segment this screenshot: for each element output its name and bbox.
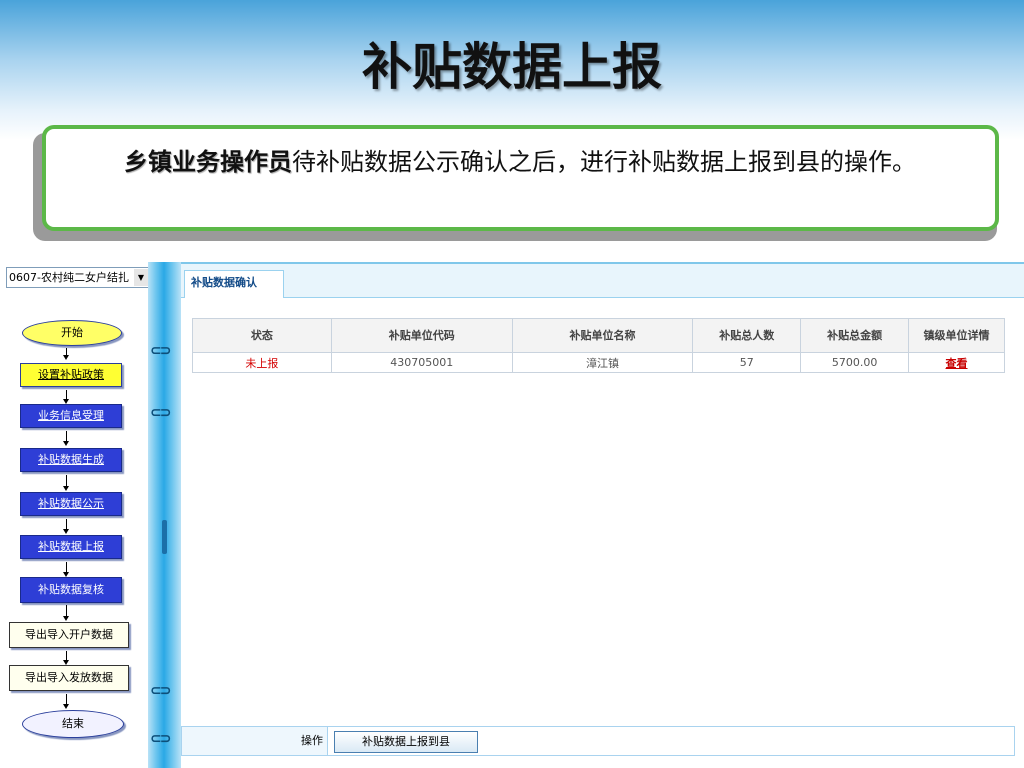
tab-label: 补贴数据确认 — [191, 276, 257, 289]
callout-strong-text: 乡镇业务操作员 — [124, 148, 292, 176]
col-unit-code: 补贴单位代码 — [330, 318, 513, 353]
flow-arrow — [63, 605, 69, 621]
binder-ring-icon: ⊂⊃ — [150, 343, 171, 359]
left-panel: 0607-农村纯二女户结扎 ▼ 开始 设置补贴政策 业务信息受理 补贴数据生成 … — [0, 262, 150, 768]
policy-select-value: 0607-农村纯二女户结扎 — [9, 271, 129, 284]
callout-box: 乡镇业务操作员待补贴数据公示确认之后，进行补贴数据上报到县的操作。 — [42, 125, 999, 231]
view-detail-link[interactable]: 查看 — [946, 357, 968, 370]
flow-data-publish-label: 补贴数据公示 — [38, 497, 104, 510]
flow-arrow — [63, 431, 69, 446]
action-bar: 操作 补贴数据上报到县 — [181, 726, 1015, 756]
policy-select[interactable]: 0607-农村纯二女户结扎 ▼ — [6, 267, 150, 288]
flow-export-payment-label: 导出导入发放数据 — [25, 671, 113, 684]
flow-data-generate-label: 补贴数据生成 — [38, 453, 104, 466]
flow-arrow — [63, 651, 69, 665]
flow-data-review[interactable]: 补贴数据复核 — [20, 577, 122, 603]
flow-data-report[interactable]: 补贴数据上报 — [20, 535, 122, 559]
app-window: 0607-农村纯二女户结扎 ▼ 开始 设置补贴政策 业务信息受理 补贴数据生成 … — [0, 262, 1024, 768]
flow-data-publish[interactable]: 补贴数据公示 — [20, 492, 122, 516]
flow-set-policy[interactable]: 设置补贴政策 — [20, 363, 122, 387]
cell-total-amount: 5700.00 — [800, 352, 910, 373]
cell-unit-name: 漳江镇 — [511, 352, 694, 373]
flow-arrow — [63, 348, 69, 360]
slide-title: 补贴数据上报 — [362, 37, 662, 96]
col-total-count: 补贴总人数 — [692, 318, 802, 353]
flow-arrow — [63, 562, 69, 577]
main-panel: 补贴数据确认 状态 补贴单位代码 补贴单位名称 补贴总人数 补贴总金额 镇级单位… — [181, 262, 1024, 768]
col-unit-name: 补贴单位名称 — [511, 318, 694, 353]
flow-data-review-label: 补贴数据复核 — [38, 583, 104, 596]
tab-subsidy-confirm[interactable]: 补贴数据确认 — [184, 270, 284, 298]
col-unit-detail: 镇级单位详情 — [908, 318, 1005, 353]
flow-business-accept[interactable]: 业务信息受理 — [20, 404, 122, 428]
flow-arrow — [63, 519, 69, 534]
flow-end[interactable]: 结束 — [22, 710, 124, 738]
table-row: 未上报 430705001 漳江镇 57 5700.00 查看 — [192, 352, 1005, 373]
flow-arrow — [63, 390, 69, 404]
binder-ring-icon: ⊂⊃ — [150, 731, 171, 747]
flow-data-report-label: 补贴数据上报 — [38, 540, 104, 553]
binder-ring-icon: ⊂⊃ — [150, 683, 171, 699]
cell-status: 未上报 — [192, 352, 332, 373]
tab-strip: 补贴数据确认 — [181, 264, 1024, 298]
splitter-handle[interactable] — [162, 520, 167, 554]
flow-export-account[interactable]: 导出导入开户数据 — [9, 622, 129, 648]
cell-total-count: 57 — [692, 352, 802, 373]
flow-arrow — [63, 694, 69, 709]
flow-export-payment[interactable]: 导出导入发放数据 — [9, 665, 129, 691]
callout-text: 待补贴数据公示确认之后，进行补贴数据上报到县的操作。 — [292, 148, 916, 176]
flow-data-generate[interactable]: 补贴数据生成 — [20, 448, 122, 472]
subsidy-table: 状态 补贴单位代码 补贴单位名称 补贴总人数 补贴总金额 镇级单位详情 未上报 … — [192, 318, 1005, 373]
binder-ring-icon: ⊂⊃ — [150, 405, 171, 421]
col-status: 状态 — [192, 318, 332, 353]
flow-export-account-label: 导出导入开户数据 — [25, 628, 113, 641]
flow-business-accept-label: 业务信息受理 — [38, 409, 104, 422]
flow-arrow — [63, 475, 69, 491]
flow-set-policy-label: 设置补贴政策 — [38, 368, 104, 381]
action-label: 操作 — [182, 727, 328, 755]
flow-end-label: 结束 — [62, 717, 84, 730]
cell-unit-code: 430705001 — [330, 352, 513, 373]
col-total-amount: 补贴总金额 — [800, 318, 910, 353]
flow-start-label: 开始 — [61, 326, 83, 339]
table-header-row: 状态 补贴单位代码 补贴单位名称 补贴总人数 补贴总金额 镇级单位详情 — [192, 318, 1005, 353]
report-to-county-button[interactable]: 补贴数据上报到县 — [334, 731, 478, 753]
cell-detail: 查看 — [908, 352, 1005, 373]
chevron-down-icon[interactable]: ▼ — [134, 269, 148, 286]
flow-start[interactable]: 开始 — [22, 320, 122, 346]
